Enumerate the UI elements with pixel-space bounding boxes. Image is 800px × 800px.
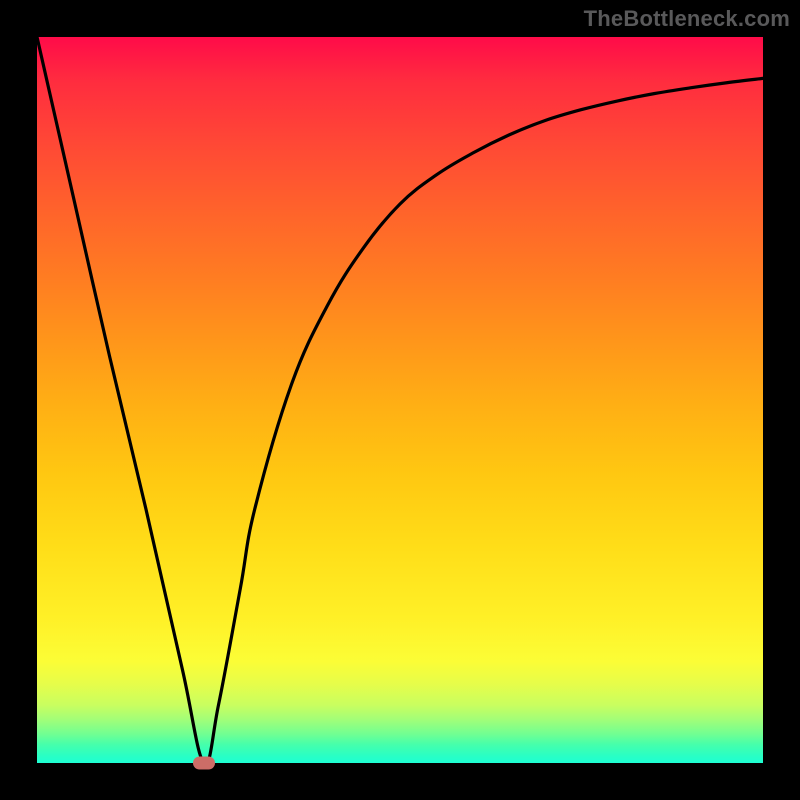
- minimum-marker: [193, 757, 215, 770]
- watermark-text: TheBottleneck.com: [584, 6, 790, 32]
- curve-path: [37, 37, 763, 763]
- bottleneck-curve: [37, 37, 763, 763]
- plot-area: [37, 37, 763, 763]
- chart-frame: TheBottleneck.com: [0, 0, 800, 800]
